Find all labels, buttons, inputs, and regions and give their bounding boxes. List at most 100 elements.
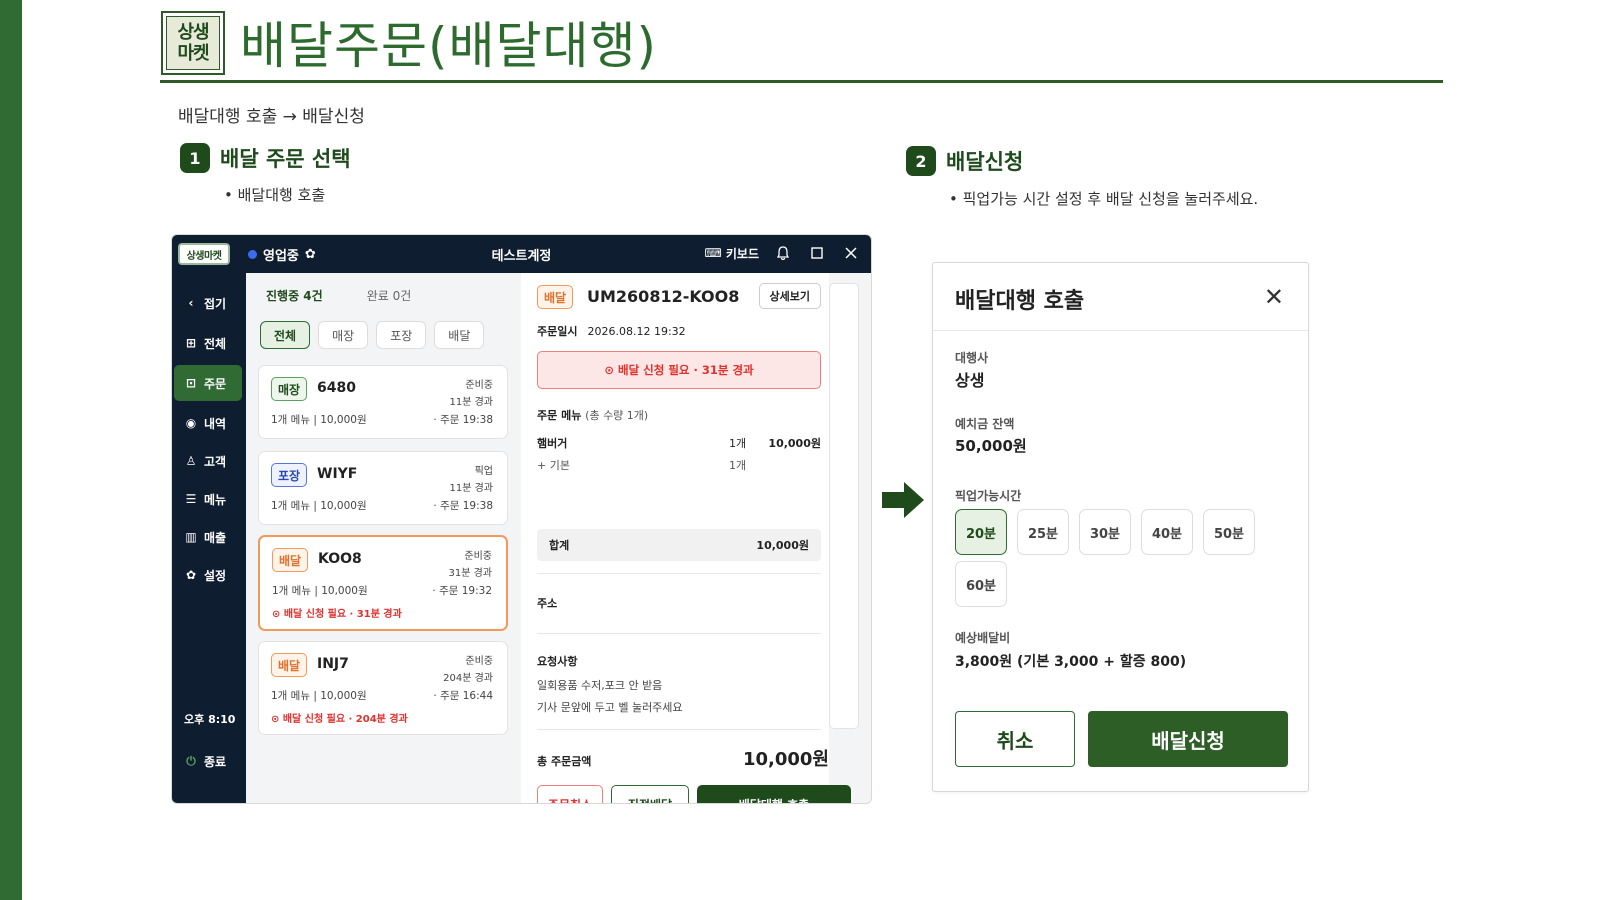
pickup-time-50[interactable]: 50분 (1203, 509, 1255, 555)
power-icon: ⏻ (186, 753, 196, 768)
eye-icon: ◉ (185, 416, 197, 430)
bar-chart-icon: ▥ (185, 530, 197, 544)
left-accent-bar (0, 0, 22, 900)
sidebar-label: 메뉴 (204, 492, 227, 507)
call-delivery-agency-button[interactable]: 배달대행 호출 (697, 785, 851, 803)
flow-breadcrumb: 배달대행 호출 → 배달신청 (178, 107, 365, 127)
app-topbar: 상생마켓 영업중 ✿ 테스트계정 ⌨ 키보드 (172, 235, 871, 273)
pickup-time-label: 픽업가능시간 (955, 489, 1022, 503)
tab-in-progress[interactable]: 진행중 4건 (266, 287, 323, 304)
order-meta: 1개 메뉴 | 10,000원 (272, 585, 368, 597)
pickup-time-60[interactable]: 60분 (955, 561, 1007, 607)
order-code: INJ7 (317, 656, 349, 672)
delivery-warning: ⊙ 배달 신청 필요 · 204분 경과 (271, 714, 408, 725)
arrow-right-icon (882, 482, 924, 522)
step-1: 1 배달 주문 선택 (180, 143, 351, 173)
sidebar-item-history[interactable]: ◉ 내역 (174, 405, 242, 441)
order-code: 6480 (317, 380, 356, 396)
delivery-call-modal: 배달대행 호출 ✕ 대행사 상생 예치금 잔액 50,000원 픽업가능시간 2… (932, 262, 1309, 792)
delivery-warning: ⊙ 배달 신청 필요 · 31분 경과 (272, 609, 402, 620)
list-icon: ☰ (185, 492, 197, 506)
total-value: 10,000원 (756, 539, 809, 552)
filter-pack[interactable]: 포장 (376, 321, 427, 349)
total-label: 합계 (549, 539, 570, 552)
request-label: 요청사항 (537, 655, 578, 668)
exit-label: 종료 (204, 754, 227, 769)
keyboard-button[interactable]: ⌨ 키보드 (705, 245, 759, 262)
order-list-column: 진행중 4건 완료 0건 전체 매장 포장 배달 매장 6480 준비중 11분 … (246, 273, 521, 803)
step-2: 2 배달신청 (906, 146, 1023, 176)
detail-more-button[interactable]: 상세보기 (758, 283, 821, 309)
gear-icon: ✿ (185, 568, 197, 582)
status-dot-icon (248, 250, 257, 259)
order-card-selected[interactable]: 배달 KOO8 준비중 31분 경과 1개 메뉴 | 10,000원 · 주문 1… (258, 535, 508, 631)
maximize-icon[interactable] (807, 243, 827, 263)
modal-cancel-button[interactable]: 취소 (955, 711, 1075, 767)
filter-all[interactable]: 전체 (260, 321, 311, 349)
sidebar-item-orders[interactable]: ⊡ 주문 (174, 365, 242, 401)
sidebar-label: 고객 (204, 454, 227, 469)
pickup-time-40[interactable]: 40분 (1141, 509, 1193, 555)
deposit-value: 50,000원 (955, 437, 1027, 455)
order-date: 2026.08.12 19:32 (587, 325, 686, 338)
filter-store[interactable]: 매장 (318, 321, 369, 349)
order-type-badge: 배달 (271, 653, 308, 677)
clock-display: 오후 8:10 (174, 701, 242, 737)
sidebar-label: 접기 (204, 296, 227, 311)
fee-value: 3,800원 (기본 3,000 + 할증 800) (955, 654, 1187, 670)
keyboard-icon: ⌨ (704, 246, 722, 260)
sidebar-label: 전체 (204, 336, 227, 351)
order-meta: 1개 메뉴 | 10,000원 (271, 500, 367, 512)
menu-section-title: 주문 메뉴 (총 수량 1개) (537, 407, 648, 423)
sidebar-item-settings[interactable]: ✿ 설정 (174, 557, 242, 593)
delivery-submit-button[interactable]: 배달신청 (1088, 711, 1288, 767)
direct-delivery-button[interactable]: 직접배달 (611, 785, 689, 803)
sidebar-item-menu[interactable]: ☰ 메뉴 (174, 481, 242, 517)
order-date-label: 주문일시 (537, 325, 578, 338)
store-status[interactable]: 영업중 ✿ (248, 245, 316, 264)
request-text-2: 기사 문앞에 두고 벨 눌러주세요 (537, 701, 683, 714)
gear-icon[interactable]: ✿ (305, 247, 316, 262)
order-card[interactable]: 매장 6480 준비중 11분 경과 1개 메뉴 | 10,000원 · 주문 1… (258, 365, 508, 439)
menu-option-row: + 기본 1개 (537, 457, 821, 473)
step-1-title: 배달 주문 선택 (220, 147, 351, 171)
sidebar-label: 매출 (204, 530, 227, 545)
order-status: 픽업 (474, 466, 493, 477)
sum-label: 총 주문금액 (537, 755, 592, 768)
deposit-label: 예치금 잔액 (955, 417, 1015, 431)
clock-text: 오후 8:10 (184, 713, 236, 726)
order-elapsed: 11분 경과 (449, 483, 493, 494)
order-type-badge: 배달 (272, 548, 309, 572)
sidebar-item-customers[interactable]: ♙ 고객 (174, 443, 242, 479)
agency-label: 대행사 (955, 351, 989, 365)
sidebar-label: 주문 (204, 376, 227, 391)
menu-count: (총 수량 1개) (585, 409, 649, 422)
tab-done[interactable]: 완료 0건 (367, 287, 412, 304)
pickup-time-25[interactable]: 25분 (1017, 509, 1069, 555)
close-icon[interactable]: ✕ (1264, 283, 1284, 311)
exit-button[interactable]: ⏻ 종료 (174, 743, 242, 779)
pos-app-window: 상생마켓 영업중 ✿ 테스트계정 ⌨ 키보드 ‹ 접기 ⊞ 전체 ⊡ 주문 ◉ … (171, 234, 872, 804)
item-name: 햄버거 (537, 437, 568, 450)
total-row: 합계 10,000원 (537, 529, 821, 561)
close-icon[interactable] (841, 243, 861, 263)
sidebar-item-sales[interactable]: ▥ 매출 (174, 519, 242, 555)
modal-title: 배달대행 호출 (955, 289, 1085, 314)
cancel-order-button[interactable]: 주문취소 (537, 785, 603, 803)
sidebar-item-all[interactable]: ⊞ 전체 (174, 325, 242, 361)
page-title: 배달주문(배달대행) (240, 17, 658, 75)
order-card[interactable]: 포장 WIYF 픽업 11분 경과 1개 메뉴 | 10,000원 · 주문 19… (258, 451, 508, 525)
bell-icon[interactable] (773, 243, 793, 263)
logo-text-1: 상생 (177, 22, 209, 43)
order-detail-panel: 배달 UM260812-KOO8 상세보기 주문일시 2026.08.12 19:… (521, 273, 851, 803)
menu-item-row: 햄버거 1개 10,000원 (537, 435, 821, 451)
order-time: · 주문 16:44 (433, 690, 493, 702)
pickup-time-30[interactable]: 30분 (1079, 509, 1131, 555)
pickup-time-20[interactable]: 20분 (955, 509, 1007, 555)
app-sidebar: ‹ 접기 ⊞ 전체 ⊡ 주문 ◉ 내역 ♙ 고객 ☰ 메뉴 ▥ 매출 ✿ 설정 오후 8:10 … (172, 273, 246, 803)
delivery-alert: ⊙ 배달 신청 필요 · 31분 경과 (537, 351, 821, 389)
order-card[interactable]: 배달 INJ7 준비중 204분 경과 1개 메뉴 | 10,000원 · 주문 … (258, 641, 508, 735)
sidebar-item-collapse[interactable]: ‹ 접기 (174, 285, 242, 321)
detail-side-panel (829, 283, 859, 729)
filter-delivery[interactable]: 배달 (434, 321, 485, 349)
